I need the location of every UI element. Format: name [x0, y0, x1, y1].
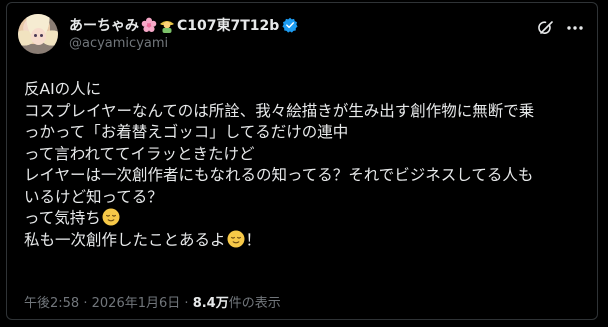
- relieved-face-icon: [102, 208, 120, 226]
- post-date[interactable]: 2026年1月6日: [92, 296, 181, 311]
- cherry-blossom-icon: [141, 17, 157, 33]
- views-label[interactable]: 件の表示: [229, 296, 281, 311]
- meta-separator: ·: [83, 296, 88, 311]
- author-name-row[interactable]: あーちゃみ C107東7T12b: [69, 15, 298, 35]
- avatar-eye-right: [40, 34, 43, 37]
- relieved-face-icon: [227, 230, 245, 248]
- post-line-with-emoji: 私も一次創作したことあるよ ！: [24, 230, 589, 252]
- post-line: レイヤーは一次創作者にもなれるの知ってる？それでビジネスしてる人も: [24, 166, 534, 184]
- grok-icon[interactable]: [537, 19, 555, 37]
- post-line: コスプレイヤーなんてのは所詮、我々絵描きが生み出す創作物に無断で乗: [24, 101, 535, 120]
- post-line: っかって「お着替えゴッコ」してるだけの連中: [24, 123, 349, 141]
- avatar[interactable]: [18, 14, 58, 54]
- author-display-name[interactable]: あーちゃみ: [69, 15, 139, 35]
- post-line: いるけど知ってる？: [24, 187, 163, 206]
- post-line: 反AIの人に: [24, 80, 102, 98]
- avatar-face: [31, 28, 46, 45]
- post-line-with-emoji: って気持ち: [24, 208, 589, 230]
- woman-farmer-icon: [159, 17, 175, 33]
- post-line-exclamation: ！: [245, 230, 262, 249]
- more-options-icon[interactable]: [565, 19, 585, 37]
- post-time[interactable]: 午後2:58: [24, 296, 79, 311]
- post-line-text: って気持ち: [24, 209, 101, 227]
- author-event-tag[interactable]: C107東7T12b: [177, 15, 279, 35]
- post-text: 反AIの人に コスプレイヤーなんてのは所詮、我々絵描きが生み出す創作物に無断で乗…: [24, 79, 589, 251]
- post-line-text: 私も一次創作したことあるよ: [24, 230, 226, 249]
- views-count[interactable]: 8.4万: [193, 296, 229, 311]
- author-handle[interactable]: @acyamicyami: [69, 36, 168, 51]
- post-line: って言われててイラッときたけど: [24, 144, 255, 163]
- post-meta: 午後2:58 · 2026年1月6日 · 8.4万件の表示: [24, 292, 281, 311]
- avatar-eye-left: [34, 34, 37, 37]
- verified-badge-icon[interactable]: [282, 17, 298, 33]
- meta-separator: ·: [184, 296, 189, 311]
